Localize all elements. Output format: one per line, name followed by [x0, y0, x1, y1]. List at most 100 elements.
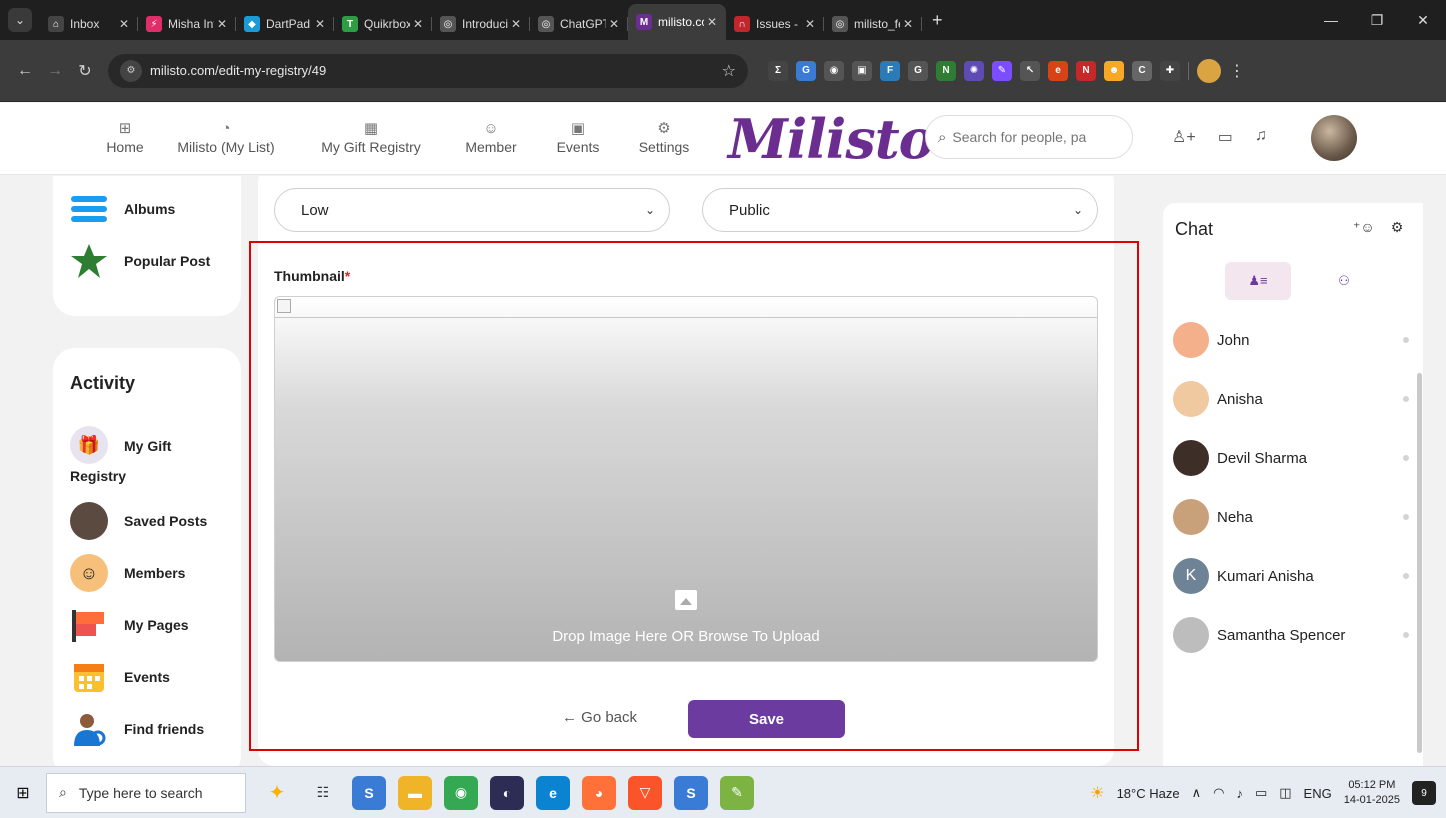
back-arrow-icon[interactable]: ←	[10, 56, 40, 86]
edge-icon[interactable]: e	[536, 775, 570, 810]
crx-extension-icon[interactable]: C	[1132, 60, 1152, 81]
add-friend-icon[interactable]: ♙+	[1172, 127, 1196, 147]
notifications-bell-icon[interactable]: ♫	[1255, 127, 1267, 147]
browser-tab[interactable]: ∩ Issues - M✕	[726, 8, 824, 40]
cursor-extension-icon[interactable]: ↖	[1020, 60, 1040, 81]
camera-extension-icon[interactable]: ◉	[824, 60, 844, 81]
taskbar-search[interactable]: ⌕ Type here to search	[46, 772, 246, 813]
close-tab-icon[interactable]: ✕	[606, 17, 622, 31]
file-explorer-icon[interactable]: ▬	[398, 775, 432, 810]
bookmark-star-icon[interactable]: ☆	[722, 61, 736, 81]
weather-text[interactable]: 18°C Haze	[1117, 786, 1180, 801]
copilot-sparkle-icon[interactable]: ✦	[260, 776, 294, 810]
browser-tab[interactable]: Mmilisto.co ✕	[628, 4, 726, 40]
translate-extension-icon[interactable]: G	[796, 60, 816, 81]
brave-icon[interactable]: ▽	[628, 775, 662, 810]
notepad-icon[interactable]: ✎	[720, 775, 754, 810]
puzzle-extensions-icon[interactable]: ✚	[1160, 60, 1180, 81]
n-extension-icon[interactable]: N	[936, 60, 956, 81]
user-avatar[interactable]	[1311, 115, 1357, 161]
eclipse-icon[interactable]: ◐	[490, 775, 524, 810]
chat-contact[interactable]: Anisha	[1173, 381, 1413, 417]
nav-item-my-gift-registry[interactable]: ▦ My Gift Registry	[321, 119, 421, 155]
nav-item-home[interactable]: ⊞ Home	[106, 119, 143, 155]
close-tab-icon[interactable]: ✕	[116, 17, 132, 31]
sidebar-item-find-friends[interactable]: Find friends	[70, 710, 204, 748]
nav-item-member[interactable]: ☺ Member	[465, 119, 516, 155]
grammarly-extension-icon[interactable]: G	[908, 60, 928, 81]
close-tab-icon[interactable]: ✕	[214, 17, 230, 31]
site-info-icon[interactable]: ⚙	[120, 59, 142, 82]
chat-settings-gear-icon[interactable]: ⚙	[1391, 219, 1404, 236]
messages-icon[interactable]: ▭	[1218, 127, 1233, 147]
visibility-select[interactable]: Public ⌄	[702, 188, 1098, 232]
e-extension-icon[interactable]: e	[1048, 60, 1068, 81]
save-button[interactable]: Save	[688, 700, 845, 738]
window-extension-icon[interactable]: ▣	[852, 60, 872, 81]
nav-item-settings[interactable]: ⚙ Settings	[639, 119, 690, 155]
chrome-icon[interactable]: ◉	[444, 775, 478, 810]
language-indicator[interactable]: ENG	[1304, 786, 1332, 801]
minimize-icon[interactable]: —	[1308, 0, 1354, 40]
sidebar-item-events[interactable]: Events	[70, 658, 170, 696]
close-tab-icon[interactable]: ✕	[508, 17, 524, 31]
sidebar-item-popular-post[interactable]: Popular Post	[70, 242, 210, 280]
browser-tab[interactable]: ⌂ Inbox ✕	[40, 8, 138, 40]
close-tab-icon[interactable]: ✕	[704, 15, 720, 29]
chat-contact[interactable]: Neha	[1173, 499, 1413, 535]
smile-extension-icon[interactable]: ☻	[1104, 60, 1124, 81]
skype-icon[interactable]: S	[352, 775, 386, 810]
taskbar-clock[interactable]: 05:12 PM 14-01-2025	[1344, 778, 1400, 808]
close-tab-icon[interactable]: ✕	[802, 17, 818, 31]
browser-tab[interactable]: ⚡ Misha Inf ✕	[138, 8, 236, 40]
new-extension-icon[interactable]: N	[1076, 60, 1096, 81]
camera-icon[interactable]: ◫	[1279, 785, 1291, 801]
skype-active-icon[interactable]: S	[674, 775, 708, 810]
go-back-link[interactable]: ← Go back	[562, 709, 637, 726]
chat-contact[interactable]: Devil Sharma	[1173, 440, 1413, 476]
new-tab-plus-icon[interactable]: +	[932, 10, 943, 31]
close-tab-icon[interactable]: ✕	[900, 17, 916, 31]
fi-extension-icon[interactable]: F	[880, 60, 900, 81]
header-search[interactable]: ⌕	[925, 115, 1133, 159]
sidebar-item-my-gift-registry[interactable]: 🎁 My Gift	[70, 426, 171, 464]
sidebar-item-my-pages[interactable]: My Pages	[70, 606, 189, 644]
nav-item-events[interactable]: ▣ Events	[557, 119, 600, 155]
windows-start-icon[interactable]: ⊞	[0, 767, 46, 818]
url-field[interactable]: ⚙ milisto.com/edit-my-registry/49 ☆	[108, 53, 748, 88]
browser-menu-icon[interactable]: ⋮	[1229, 61, 1245, 81]
notification-center-icon[interactable]: 9	[1412, 781, 1436, 805]
browser-tab[interactable]: ◎ Introducir ✕	[432, 8, 530, 40]
forward-arrow-icon[interactable]: →	[40, 56, 70, 86]
browser-tab[interactable]: T Quikrbox ✕	[334, 8, 432, 40]
chat-scrollbar[interactable]	[1417, 373, 1422, 753]
priority-select[interactable]: Low ⌄	[274, 188, 670, 232]
browser-tab[interactable]: ◎ ChatGPT ✕	[530, 8, 628, 40]
volume-icon[interactable]: ♪	[1236, 786, 1243, 801]
milisto-logo[interactable]: Milisto	[728, 107, 935, 171]
nav-item-milisto-my-list[interactable]: ◔ Milisto (My List)	[177, 119, 274, 155]
profile-avatar-icon[interactable]	[1197, 58, 1221, 83]
tab-groups[interactable]: ⚇	[1311, 262, 1377, 300]
add-group-icon[interactable]: ⁺☺	[1353, 219, 1375, 236]
task-view-icon[interactable]: ☷	[306, 776, 340, 810]
battery-icon[interactable]: ▭	[1255, 785, 1267, 801]
tab-contacts[interactable]: ♟≡	[1225, 262, 1291, 300]
close-tab-icon[interactable]: ✕	[410, 17, 426, 31]
tray-chevron-icon[interactable]: ∧	[1192, 785, 1202, 801]
firefox-icon[interactable]: ◕	[582, 775, 616, 810]
sigma-extension-icon[interactable]: Σ	[768, 60, 788, 81]
thumbnail-dropzone[interactable]: Drop Image Here OR Browse To Upload	[274, 296, 1098, 662]
tab-search-chevron-icon[interactable]: ⌄	[8, 8, 32, 32]
close-tab-icon[interactable]: ✕	[312, 17, 328, 31]
close-window-icon[interactable]: ✕	[1400, 0, 1446, 40]
feather-extension-icon[interactable]: ✎	[992, 60, 1012, 81]
restore-icon[interactable]: ❐	[1354, 0, 1400, 40]
sidebar-item-members[interactable]: ☺ Members	[70, 554, 185, 592]
sidebar-item-saved-posts[interactable]: Saved Posts	[70, 502, 207, 540]
gear-flower-extension-icon[interactable]: ✺	[964, 60, 984, 81]
reload-icon[interactable]: ↻	[70, 56, 100, 86]
sidebar-item-albums[interactable]: Albums	[70, 190, 175, 228]
chat-contact[interactable]: K Kumari Anisha	[1173, 558, 1413, 594]
search-input[interactable]	[952, 129, 1113, 145]
